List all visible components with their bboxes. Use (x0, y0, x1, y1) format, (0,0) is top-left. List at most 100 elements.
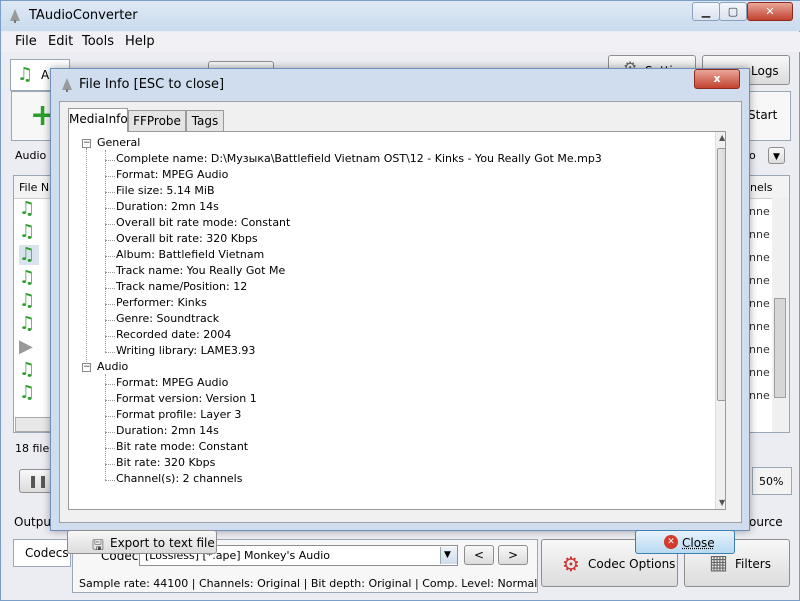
progress-box: 50% (752, 467, 792, 495)
channels-cell: nne (749, 320, 770, 333)
tree-branch-line (105, 374, 106, 480)
tree-section-general[interactable]: General (97, 136, 140, 149)
minimize-icon: ▁ (701, 5, 711, 18)
dialog-close-x-button[interactable]: x (694, 69, 740, 89)
collapse-audio-icon[interactable]: − (82, 363, 91, 372)
tree-item[interactable]: Format: MPEG Audio (116, 376, 228, 389)
channels-cell: nne (749, 228, 770, 241)
music-note-icon: ♫ (19, 382, 36, 403)
music-note-icon: ♫ (19, 221, 36, 242)
tree-connector (105, 464, 115, 465)
tree-item[interactable]: Performer: Kinks (116, 296, 207, 309)
tree-connector (105, 336, 115, 337)
tree-item[interactable]: Format: MPEG Audio (116, 168, 228, 181)
menu-tools[interactable]: Tools (82, 34, 114, 49)
tree-vertical-scrollbar[interactable]: ▲ ▼ (715, 132, 725, 509)
dialog-body: MediaInfo FFProbe Tags ▲ ▼ − General Compl… (59, 101, 742, 554)
tab-tags-label: Tags (191, 114, 219, 128)
codec-dropdown-button[interactable]: ▼ (440, 547, 457, 564)
tree-connector (105, 416, 115, 417)
tree-connector (105, 160, 115, 161)
menu-file[interactable]: File (15, 34, 37, 49)
tab-ffprobe[interactable]: FFProbe (128, 110, 186, 131)
music-note-icon: ♫ (19, 359, 36, 380)
floppy-disk-icon: 🖫 (92, 538, 104, 554)
music-note-icon: ♫ (19, 198, 36, 219)
progress-percent: 50% (759, 475, 784, 488)
channels-cell: nne (749, 343, 770, 356)
tree-section-audio[interactable]: Audio (97, 360, 128, 373)
prev-codec-label: < (473, 548, 485, 562)
tree-item[interactable]: Duration: 2mn 14s (116, 424, 219, 437)
tab-codecs-label: Codecs (25, 546, 69, 560)
tree-item[interactable]: Overall bit rate: 320 Kbps (116, 232, 258, 245)
tree-item[interactable]: Album: Battlefield Vietnam (116, 248, 264, 261)
app-icon (10, 9, 20, 23)
tree-root-line (86, 148, 87, 362)
channels-column-header[interactable]: nels (750, 181, 773, 194)
menu-help[interactable]: Help (125, 34, 155, 49)
close-button-label: Close (682, 536, 715, 550)
title-bar: TAudioConverter ▁ ▢ ✕ (1, 1, 800, 31)
tree-item[interactable]: Bit rate mode: Constant (116, 440, 248, 453)
next-codec-button[interactable]: > (498, 545, 528, 565)
tree-connector (105, 432, 115, 433)
tab-ffprobe-label: FFProbe (133, 114, 181, 128)
export-to-text-button[interactable]: 🖫 Export to text file (67, 530, 217, 554)
minimize-button[interactable]: ▁ (692, 2, 720, 21)
tab-codecs[interactable]: Codecs (13, 539, 71, 567)
tree-connector (105, 272, 115, 273)
tree-item[interactable]: Genre: Soundtrack (116, 312, 219, 325)
tree-item[interactable]: Overall bit rate mode: Constant (116, 216, 290, 229)
tree-connector (105, 480, 115, 481)
tree-item[interactable]: Duration: 2mn 14s (116, 200, 219, 213)
close-icon: ✕ (765, 5, 775, 18)
tree-item[interactable]: Channel(s): 2 channels (116, 472, 242, 485)
file-list-hscrollbar[interactable] (15, 417, 55, 432)
mediainfo-tree[interactable]: ▲ ▼ − General Complete name: D:\Музыка\Bat… (68, 131, 726, 510)
tree-connector (105, 224, 115, 225)
logs-label: Logs (751, 64, 779, 78)
chevron-down-icon: ▼ (444, 550, 451, 560)
tree-connector (105, 240, 115, 241)
tree-item[interactable]: Track name: You Really Got Me (116, 264, 285, 277)
file-list-scroll-thumb[interactable] (774, 298, 786, 398)
file-info-dialog: File Info [ESC to close] x MediaInfo FFP… (50, 68, 750, 554)
file-list-scrollbar[interactable] (772, 198, 789, 432)
pause-icon: ❚❚ (27, 474, 49, 488)
dialog-close-button[interactable]: ✕ Close (635, 530, 735, 554)
tab-mediainfo[interactable]: MediaInfo (68, 108, 128, 132)
prev-codec-button[interactable]: < (464, 545, 494, 565)
codec-options-icon: ⚙ (562, 552, 580, 576)
window-title: TAudioConverter (29, 8, 138, 23)
channels-cell: nne (749, 205, 770, 218)
app-icon (62, 78, 72, 92)
maximize-button[interactable]: ▢ (719, 2, 747, 21)
music-note-icon: ♫ (17, 64, 34, 85)
tree-item[interactable]: Track name/Position: 12 (116, 280, 247, 293)
scroll-down-icon[interactable]: ▼ (719, 498, 725, 507)
tree-connector (105, 256, 115, 257)
tab-tags[interactable]: Tags (186, 110, 224, 131)
channels-cell: nne (749, 251, 770, 264)
collapse-general-icon[interactable]: − (82, 139, 91, 148)
tree-item[interactable]: Recorded date: 2004 (116, 328, 231, 341)
tree-item[interactable]: Complete name: D:\Музыка\Battlefield Vie… (116, 152, 602, 165)
tree-item[interactable]: Writing library: LAME3.93 (116, 344, 255, 357)
tree-item[interactable]: Format profile: Layer 3 (116, 408, 241, 421)
tree-item[interactable]: Bit rate: 320 Kbps (116, 456, 215, 469)
tree-item[interactable]: File size: 5.14 MiB (116, 184, 215, 197)
audio-track-dropdown[interactable]: ▼ (768, 147, 785, 164)
close-window-button[interactable]: ✕ (747, 2, 793, 21)
scroll-up-icon[interactable]: ▲ (719, 133, 725, 142)
tree-item[interactable]: Format version: Version 1 (116, 392, 257, 405)
tree-connector (105, 176, 115, 177)
menu-edit[interactable]: Edit (48, 34, 73, 49)
music-note-icon: ♫ (19, 313, 36, 334)
start-label[interactable]: Start (748, 108, 777, 122)
tree-connector (105, 320, 115, 321)
tree-scroll-thumb[interactable] (717, 148, 725, 401)
codec-options-label: Codec Options (588, 557, 676, 571)
tree-connector (105, 304, 115, 305)
next-codec-label: > (507, 548, 519, 562)
